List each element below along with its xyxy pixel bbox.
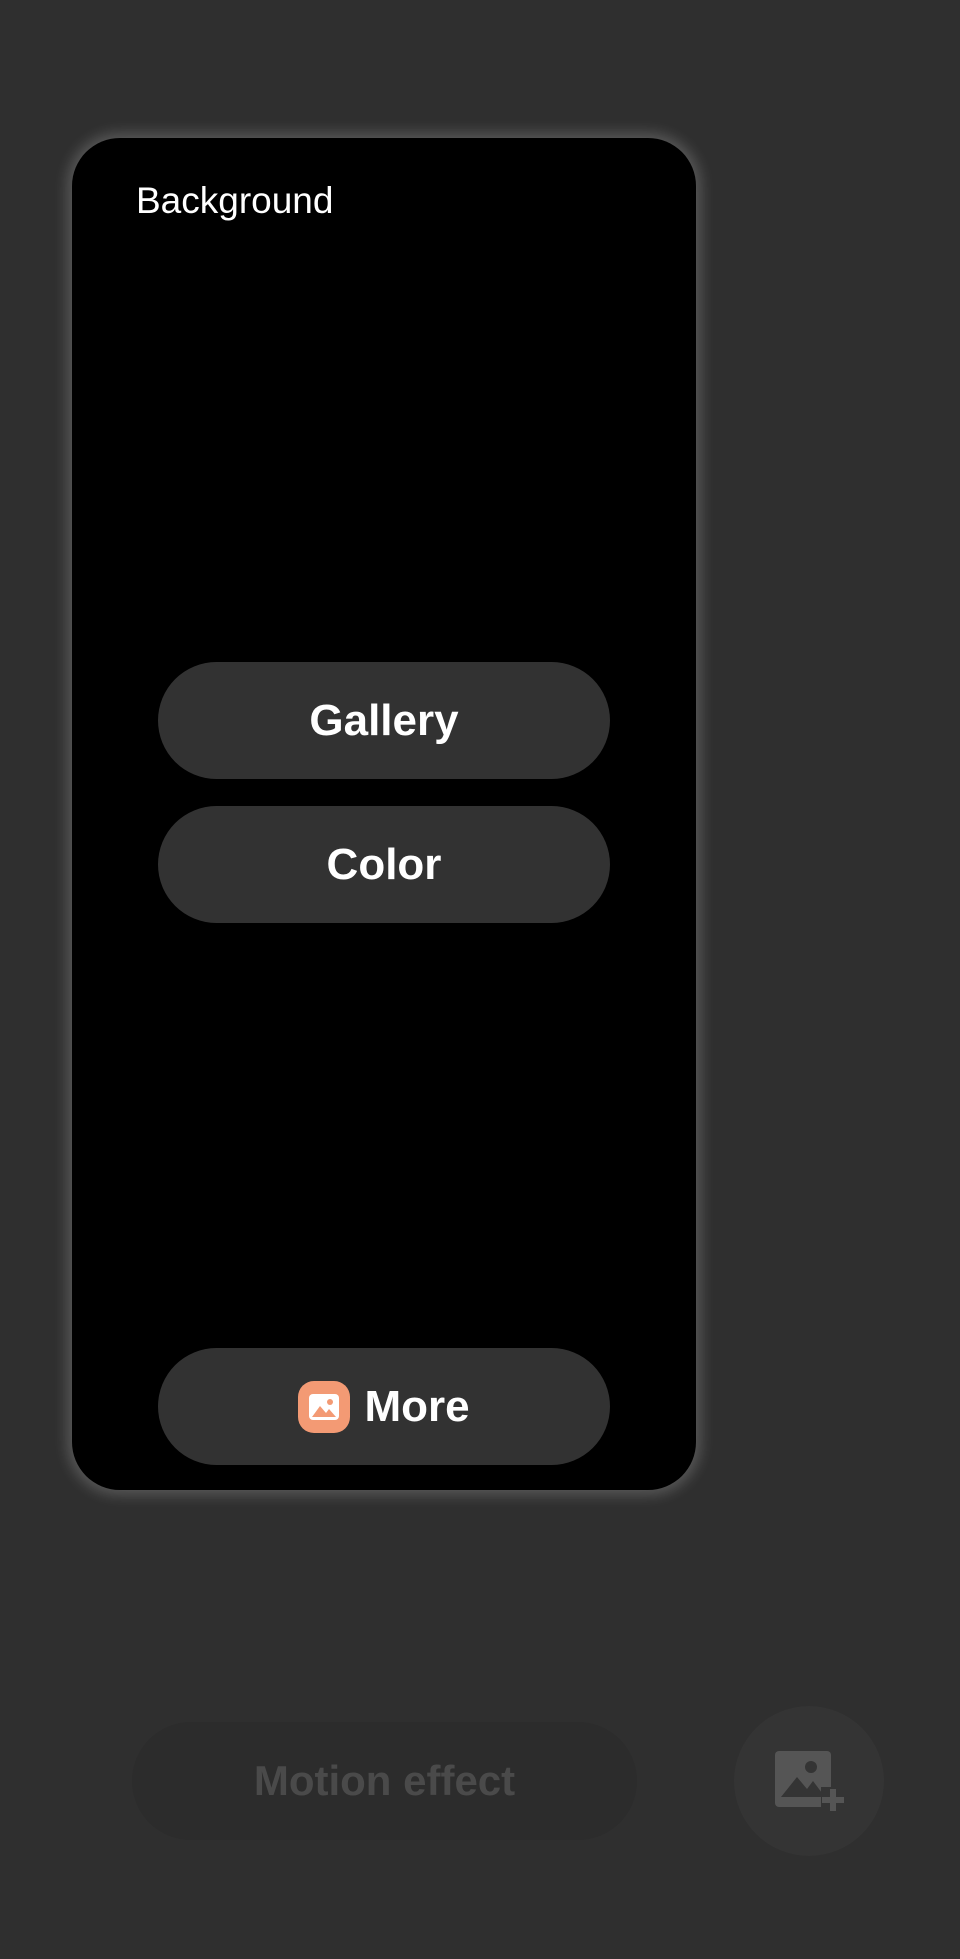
gallery-button-label: Gallery bbox=[309, 695, 459, 745]
background-picker-screen: Background Gallery Color More Motion eff… bbox=[0, 0, 960, 1959]
motion-effect-label: Motion effect bbox=[253, 1757, 516, 1804]
color-button-label: Color bbox=[326, 839, 442, 889]
color-button[interactable]: Color bbox=[158, 806, 610, 923]
background-panel: Background Gallery Color More bbox=[72, 138, 696, 1490]
more-button-label: More bbox=[364, 1381, 470, 1431]
more-button[interactable]: More bbox=[158, 1348, 610, 1465]
panel-title: Background bbox=[136, 180, 334, 221]
add-image-icon bbox=[775, 1751, 845, 1811]
add-image-button[interactable] bbox=[734, 1706, 884, 1856]
motion-effect-button[interactable]: Motion effect bbox=[132, 1722, 637, 1840]
gallery-icon bbox=[298, 1380, 351, 1433]
gallery-button[interactable]: Gallery bbox=[158, 662, 610, 779]
